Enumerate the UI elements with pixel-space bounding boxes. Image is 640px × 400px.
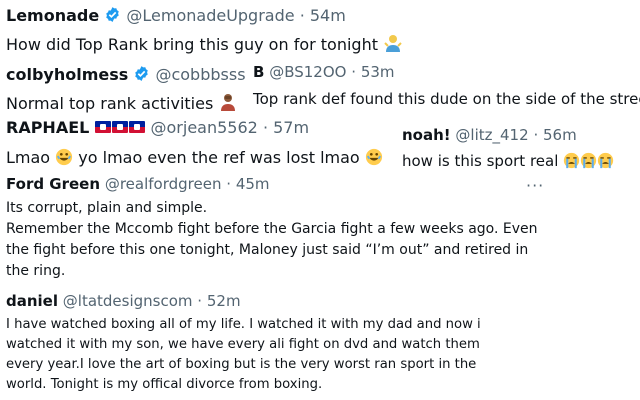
display-name[interactable]: colbyholmess — [6, 65, 128, 84]
more-options-icon[interactable]: ··· — [526, 176, 544, 195]
separator: · — [351, 63, 357, 81]
tweet-colbyholmess[interactable]: colbyholmess @cobbbsss Normal top rank a… — [6, 65, 246, 116]
tweet-text-line: Remember the Mccomb fight before the Gar… — [6, 221, 538, 237]
rolling-on-floor-laughing-icon — [365, 148, 383, 170]
tweet-noah[interactable]: noah! @litz_412 · 56m how is this sport … — [402, 128, 614, 173]
timestamp[interactable]: 52m — [207, 292, 241, 310]
verified-badge-icon — [104, 6, 121, 23]
tweet-text-line: world. Tonight is my offical divorce fro… — [6, 377, 323, 392]
display-name[interactable]: B — [253, 63, 264, 81]
rolling-on-floor-laughing-icon — [55, 148, 73, 170]
timestamp[interactable]: 45m — [236, 175, 270, 193]
tweet-b[interactable]: B @BS12OO · 53m Top rank def found this … — [253, 63, 640, 109]
user-handle[interactable]: @realfordgreen — [105, 175, 222, 193]
tweet-text: Lmao — [6, 148, 51, 167]
loudly-crying-face-icon — [597, 152, 614, 173]
tweet-text-line: watched it with my son, we have every al… — [6, 337, 480, 352]
tweet-text: how is this sport real — [402, 152, 559, 170]
tweet-text: Top rank def found this dude on the side… — [253, 90, 640, 108]
loudly-crying-face-icon — [580, 152, 597, 173]
separator: · — [197, 292, 203, 310]
tweet-raphael[interactable]: RAPHAEL @orjean5562 · 57m Lmao yo lmao e… — [6, 120, 383, 170]
tweet-text-line: the fight before this one tonight, Malon… — [6, 242, 529, 258]
display-name[interactable]: noah! — [402, 126, 451, 144]
haiti-flag-icon — [95, 121, 112, 133]
tweet-text-line: Its corrupt, plain and simple. — [6, 200, 208, 216]
person-facepalming-icon — [218, 92, 238, 116]
user-handle[interactable]: @BS12OO — [269, 63, 346, 81]
tweet-lemonade[interactable]: Lemonade @LemonadeUpgrade · 54m How did … — [6, 6, 403, 57]
verified-badge-icon — [133, 65, 150, 82]
user-handle[interactable]: @orjean5562 — [151, 118, 258, 137]
timestamp[interactable]: 56m — [543, 126, 577, 144]
timestamp[interactable]: 54m — [310, 6, 346, 25]
display-name[interactable]: Lemonade — [6, 6, 99, 25]
timestamp[interactable]: 57m — [273, 118, 309, 137]
display-name[interactable]: Ford Green — [6, 175, 100, 193]
user-handle[interactable]: @cobbbsss — [155, 65, 245, 84]
tweet-text-line: every year.I love the art of boxing but … — [6, 357, 477, 372]
haiti-flag-icon — [129, 121, 146, 133]
separator: · — [299, 6, 305, 25]
person-shrugging-icon — [383, 33, 403, 57]
tweet-text-line: I have watched boxing all of my life. I … — [6, 317, 481, 332]
haiti-flag-icon — [112, 121, 129, 133]
user-handle[interactable]: @LemonadeUpgrade — [126, 6, 294, 25]
tweet-text: Normal top rank activities — [6, 94, 214, 113]
user-handle[interactable]: @litz_412 — [455, 126, 528, 144]
separator: · — [533, 126, 539, 144]
tweet-text: How did Top Rank bring this guy on for t… — [6, 35, 378, 54]
tweet-daniel[interactable]: daniel @ltatdesignscom · 52m I have watc… — [6, 294, 626, 395]
display-name[interactable]: RAPHAEL — [6, 118, 89, 137]
tweet-text-continued: yo lmao even the ref was lost lmao — [78, 148, 360, 167]
user-handle[interactable]: @ltatdesignscom — [63, 292, 193, 310]
timestamp[interactable]: 53m — [361, 63, 395, 81]
loudly-crying-face-icon — [563, 152, 580, 173]
tweet-text-line: the ring. — [6, 263, 66, 279]
separator: · — [262, 118, 269, 137]
display-name[interactable]: daniel — [6, 292, 58, 310]
separator: · — [226, 175, 232, 193]
